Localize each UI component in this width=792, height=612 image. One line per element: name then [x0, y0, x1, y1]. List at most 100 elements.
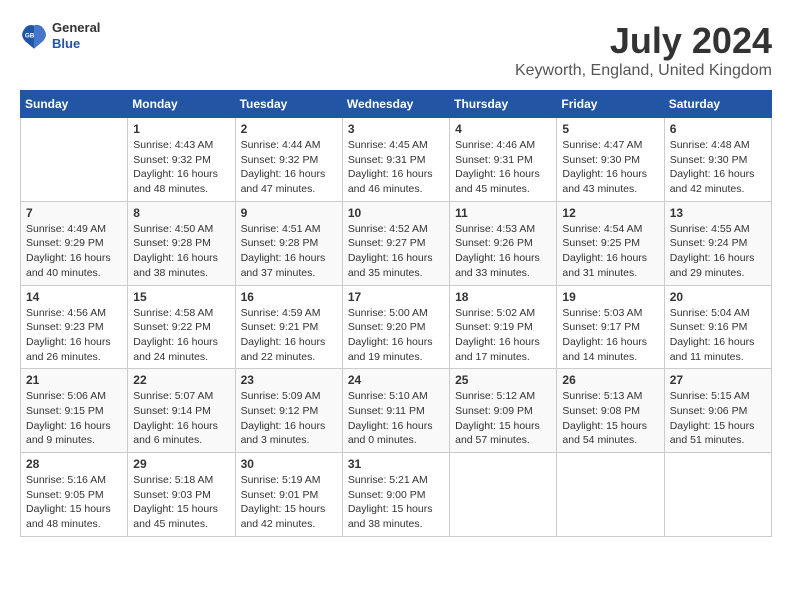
- day-number: 25: [455, 373, 551, 387]
- day-info: Sunrise: 4:55 AMSunset: 9:24 PMDaylight:…: [670, 222, 766, 281]
- calendar-table: SundayMondayTuesdayWednesdayThursdayFrid…: [20, 90, 772, 537]
- day-info: Sunrise: 5:07 AMSunset: 9:14 PMDaylight:…: [133, 389, 229, 448]
- header-row: SundayMondayTuesdayWednesdayThursdayFrid…: [21, 91, 772, 118]
- day-info: Sunrise: 4:52 AMSunset: 9:27 PMDaylight:…: [348, 222, 444, 281]
- calendar-cell: [450, 453, 557, 537]
- day-number: 31: [348, 457, 444, 471]
- header: GB General Blue July 2024 Keyworth, Engl…: [20, 20, 772, 80]
- day-number: 14: [26, 290, 122, 304]
- page-title: July 2024: [515, 20, 772, 62]
- header-cell-wednesday: Wednesday: [342, 91, 449, 118]
- calendar-cell: 17 Sunrise: 5:00 AMSunset: 9:20 PMDayligh…: [342, 285, 449, 369]
- week-row-1: 1Sunrise: 4:43 AMSunset: 9:32 PMDaylight…: [21, 118, 772, 202]
- day-number: 28: [26, 457, 122, 471]
- day-number: 8: [133, 206, 229, 220]
- day-info: Sunrise: 4:50 AMSunset: 9:28 PMDaylight:…: [133, 222, 229, 281]
- week-row-3: 14 Sunrise: 4:56 AMSunset: 9:23 PMDayligh…: [21, 285, 772, 369]
- calendar-cell: [21, 118, 128, 202]
- calendar-cell: 28 Sunrise: 5:16 AMSunset: 9:05 PMDayligh…: [21, 453, 128, 537]
- day-info: Sunrise: 4:56 AMSunset: 9:23 PMDaylight:…: [26, 306, 122, 365]
- day-info: Sunrise: 5:13 AMSunset: 9:08 PMDaylight:…: [562, 389, 658, 448]
- day-number: 6: [670, 122, 766, 136]
- day-info: Sunrise: 5:16 AMSunset: 9:05 PMDaylight:…: [26, 473, 122, 532]
- calendar-cell: 18Sunrise: 5:02 AMSunset: 9:19 PMDayligh…: [450, 285, 557, 369]
- logo-icon: GB: [20, 22, 48, 50]
- calendar-cell: 29Sunrise: 5:18 AMSunset: 9:03 PMDayligh…: [128, 453, 235, 537]
- day-info: Sunrise: 4:49 AMSunset: 9:29 PMDaylight:…: [26, 222, 122, 281]
- day-number: 1: [133, 122, 229, 136]
- day-info: Sunrise: 4:48 AMSunset: 9:30 PMDaylight:…: [670, 138, 766, 197]
- calendar-cell: 1Sunrise: 4:43 AMSunset: 9:32 PMDaylight…: [128, 118, 235, 202]
- day-info: Sunrise: 5:10 AMSunset: 9:11 PMDaylight:…: [348, 389, 444, 448]
- calendar-cell: [557, 453, 664, 537]
- title-area: July 2024 Keyworth, England, United King…: [515, 20, 772, 80]
- day-info: Sunrise: 4:53 AMSunset: 9:26 PMDaylight:…: [455, 222, 551, 281]
- day-number: 12: [562, 206, 658, 220]
- header-cell-friday: Friday: [557, 91, 664, 118]
- page-subtitle: Keyworth, England, United Kingdom: [515, 62, 772, 80]
- day-info: Sunrise: 5:02 AMSunset: 9:19 PMDaylight:…: [455, 306, 551, 365]
- calendar-cell: 9Sunrise: 4:51 AMSunset: 9:28 PMDaylight…: [235, 201, 342, 285]
- day-info: Sunrise: 5:04 AMSunset: 9:16 PMDaylight:…: [670, 306, 766, 365]
- calendar-cell: 30Sunrise: 5:19 AMSunset: 9:01 PMDayligh…: [235, 453, 342, 537]
- day-number: 30: [241, 457, 337, 471]
- calendar-cell: 26 Sunrise: 5:13 AMSunset: 9:08 PMDayligh…: [557, 369, 664, 453]
- day-info: Sunrise: 4:51 AMSunset: 9:28 PMDaylight:…: [241, 222, 337, 281]
- calendar-cell: [664, 453, 771, 537]
- day-number: 4: [455, 122, 551, 136]
- day-number: 2: [241, 122, 337, 136]
- calendar-cell: 19Sunrise: 5:03 AMSunset: 9:17 PMDayligh…: [557, 285, 664, 369]
- calendar-cell: 3 Sunrise: 4:45 AMSunset: 9:31 PMDaylight…: [342, 118, 449, 202]
- calendar-cell: 16Sunrise: 4:59 AMSunset: 9:21 PMDayligh…: [235, 285, 342, 369]
- day-number: 20: [670, 290, 766, 304]
- calendar-cell: 4 Sunrise: 4:46 AMSunset: 9:31 PMDaylight…: [450, 118, 557, 202]
- calendar-cell: 6 Sunrise: 4:48 AMSunset: 9:30 PMDaylight…: [664, 118, 771, 202]
- calendar-cell: 23 Sunrise: 5:09 AMSunset: 9:12 PMDayligh…: [235, 369, 342, 453]
- day-number: 24: [348, 373, 444, 387]
- calendar-cell: 27 Sunrise: 5:15 AMSunset: 9:06 PMDayligh…: [664, 369, 771, 453]
- calendar-cell: 5Sunrise: 4:47 AMSunset: 9:30 PMDaylight…: [557, 118, 664, 202]
- day-info: Sunrise: 4:58 AMSunset: 9:22 PMDaylight:…: [133, 306, 229, 365]
- day-info: Sunrise: 5:18 AMSunset: 9:03 PMDaylight:…: [133, 473, 229, 532]
- calendar-cell: 14 Sunrise: 4:56 AMSunset: 9:23 PMDayligh…: [21, 285, 128, 369]
- day-info: Sunrise: 4:54 AMSunset: 9:25 PMDaylight:…: [562, 222, 658, 281]
- day-info: Sunrise: 5:12 AMSunset: 9:09 PMDaylight:…: [455, 389, 551, 448]
- day-number: 11: [455, 206, 551, 220]
- day-number: 7: [26, 206, 122, 220]
- day-info: Sunrise: 4:45 AMSunset: 9:31 PMDaylight:…: [348, 138, 444, 197]
- logo-text: General Blue: [52, 20, 100, 51]
- day-info: Sunrise: 5:21 AMSunset: 9:00 PMDaylight:…: [348, 473, 444, 532]
- calendar-cell: 2Sunrise: 4:44 AMSunset: 9:32 PMDaylight…: [235, 118, 342, 202]
- header-cell-monday: Monday: [128, 91, 235, 118]
- header-cell-tuesday: Tuesday: [235, 91, 342, 118]
- day-info: Sunrise: 5:00 AMSunset: 9:20 PMDaylight:…: [348, 306, 444, 365]
- day-info: Sunrise: 5:15 AMSunset: 9:06 PMDaylight:…: [670, 389, 766, 448]
- calendar-cell: 12 Sunrise: 4:54 AMSunset: 9:25 PMDayligh…: [557, 201, 664, 285]
- calendar-cell: 20 Sunrise: 5:04 AMSunset: 9:16 PMDayligh…: [664, 285, 771, 369]
- calendar-cell: 22 Sunrise: 5:07 AMSunset: 9:14 PMDayligh…: [128, 369, 235, 453]
- calendar-cell: 31 Sunrise: 5:21 AMSunset: 9:00 PMDayligh…: [342, 453, 449, 537]
- day-number: 22: [133, 373, 229, 387]
- calendar-cell: 21 Sunrise: 5:06 AMSunset: 9:15 PMDayligh…: [21, 369, 128, 453]
- calendar-cell: 7 Sunrise: 4:49 AMSunset: 9:29 PMDaylight…: [21, 201, 128, 285]
- day-info: Sunrise: 5:09 AMSunset: 9:12 PMDaylight:…: [241, 389, 337, 448]
- day-number: 10: [348, 206, 444, 220]
- day-info: Sunrise: 4:46 AMSunset: 9:31 PMDaylight:…: [455, 138, 551, 197]
- calendar-cell: 24 Sunrise: 5:10 AMSunset: 9:11 PMDayligh…: [342, 369, 449, 453]
- week-row-4: 21 Sunrise: 5:06 AMSunset: 9:15 PMDayligh…: [21, 369, 772, 453]
- day-number: 21: [26, 373, 122, 387]
- day-number: 3: [348, 122, 444, 136]
- calendar-cell: 10 Sunrise: 4:52 AMSunset: 9:27 PMDayligh…: [342, 201, 449, 285]
- header-cell-saturday: Saturday: [664, 91, 771, 118]
- calendar-cell: 15Sunrise: 4:58 AMSunset: 9:22 PMDayligh…: [128, 285, 235, 369]
- day-number: 16: [241, 290, 337, 304]
- day-number: 26: [562, 373, 658, 387]
- day-number: 17: [348, 290, 444, 304]
- calendar-cell: 8 Sunrise: 4:50 AMSunset: 9:28 PMDaylight…: [128, 201, 235, 285]
- day-number: 27: [670, 373, 766, 387]
- svg-text:GB: GB: [25, 32, 35, 39]
- day-number: 23: [241, 373, 337, 387]
- day-info: Sunrise: 5:03 AMSunset: 9:17 PMDaylight:…: [562, 306, 658, 365]
- day-info: Sunrise: 4:47 AMSunset: 9:30 PMDaylight:…: [562, 138, 658, 197]
- day-info: Sunrise: 5:06 AMSunset: 9:15 PMDaylight:…: [26, 389, 122, 448]
